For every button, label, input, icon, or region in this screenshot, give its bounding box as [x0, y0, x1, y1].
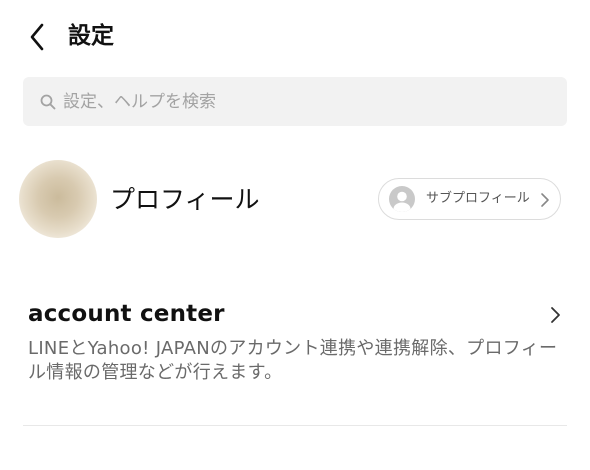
account-center-title: account center: [28, 301, 225, 327]
search-icon: [39, 93, 57, 111]
profile-name: プロフィール: [110, 185, 260, 214]
header: 設定: [0, 0, 590, 72]
back-button[interactable]: [22, 20, 52, 54]
account-center-description: LINEとYahoo! JAPANのアカウント連携や連携解除、プロフィール情報の…: [28, 338, 558, 383]
sub-profile-button[interactable]: サブプロフィール: [378, 178, 561, 220]
page-title: 設定: [68, 23, 114, 49]
account-center-item[interactable]: account center LINEとYahoo! JAPANのアカウント連携…: [0, 285, 590, 405]
avatar[interactable]: [19, 160, 97, 238]
chevron-right-icon: [551, 307, 560, 323]
chevron-right-icon: [541, 193, 549, 207]
chevron-left-icon: [30, 23, 44, 51]
sub-profile-label: サブプロフィール: [426, 191, 530, 206]
default-avatar-icon: [389, 186, 415, 212]
search-input[interactable]: 設定、ヘルプを検索: [23, 77, 567, 126]
profile-row[interactable]: プロフィール サブプロフィール: [0, 150, 590, 250]
search-placeholder: 設定、ヘルプを検索: [63, 91, 216, 112]
divider: [23, 425, 567, 426]
